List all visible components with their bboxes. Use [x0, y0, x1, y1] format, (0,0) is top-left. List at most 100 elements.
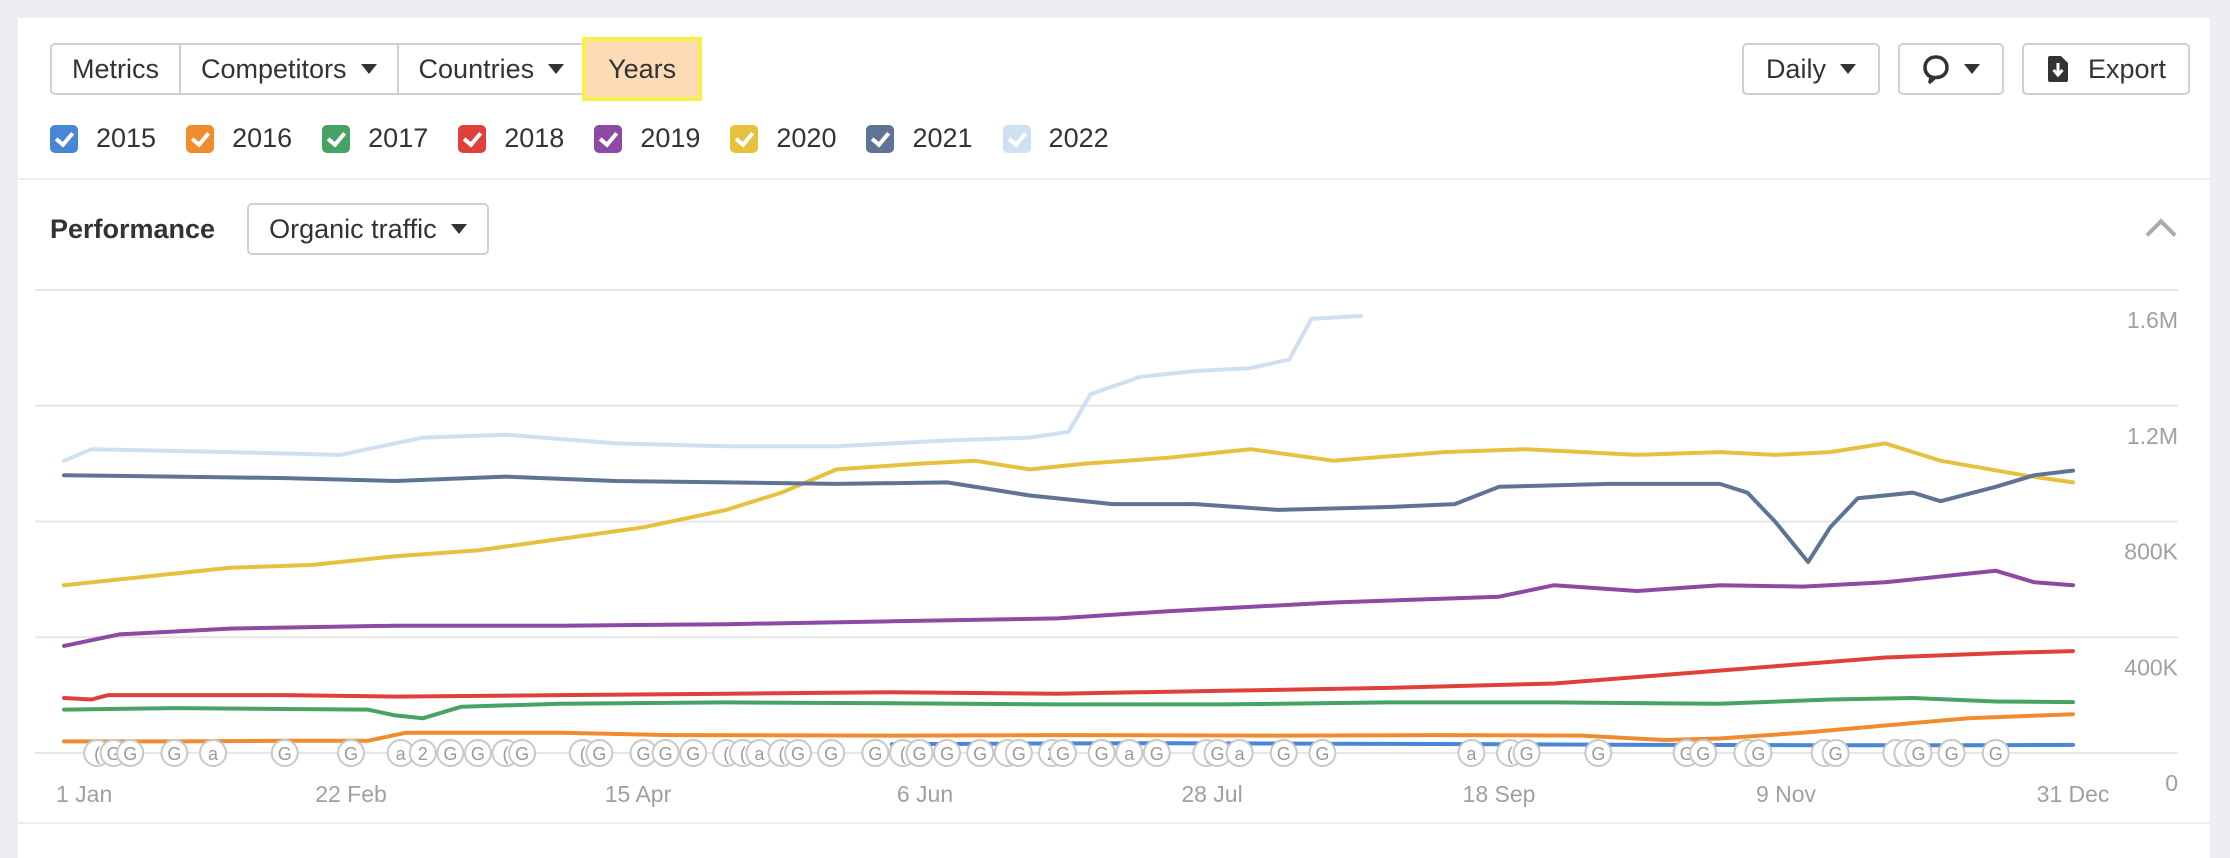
event-marker[interactable]: G [116, 739, 145, 767]
series-line-2016[interactable] [62, 712, 2075, 744]
grid-lines [35, 289, 2178, 754]
marker-label: a [208, 744, 219, 764]
event-marker[interactable]: G [1004, 739, 1033, 767]
marker-label: ( [580, 744, 586, 764]
section-divider [18, 822, 2210, 824]
marker-label: ( [94, 744, 100, 764]
event-marker[interactable]: G [966, 739, 995, 767]
marker-label: ( [1507, 744, 1513, 764]
report-card: Metrics Competitors Countries Years Daily E… [18, 18, 2210, 858]
marker-label: G [471, 744, 485, 764]
y-tick-label: 800K [2124, 539, 2178, 565]
event-marker[interactable]: G [337, 739, 365, 767]
series-line-2020[interactable] [62, 441, 2075, 588]
event-marker[interactable]: G [463, 739, 492, 767]
marker-label: G [167, 744, 181, 764]
marker-label: G [686, 744, 700, 764]
event-marker[interactable]: G [679, 739, 708, 767]
marker-label: G [1591, 744, 1605, 764]
marker-label: G [278, 744, 292, 764]
marker-label: G [1277, 744, 1291, 764]
event-marker[interactable]: G [905, 739, 934, 767]
marker-label: G [1945, 744, 1959, 764]
event-marker[interactable]: a [1115, 739, 1144, 767]
y-tick-label: 0 [2165, 770, 2178, 796]
marker-label: ( [779, 744, 785, 764]
event-marker[interactable]: a [199, 739, 228, 767]
event-marker[interactable]: G [1981, 739, 2010, 767]
event-marker[interactable]: G [933, 739, 962, 767]
marker-label: G [515, 744, 529, 764]
event-marker[interactable]: G [1142, 739, 1171, 767]
event-marker[interactable]: 2 [408, 739, 437, 767]
marker-label: G [592, 744, 606, 764]
event-marker[interactable]: G [784, 739, 813, 767]
marker-label: ( [900, 744, 906, 764]
event-marker[interactable]: G [651, 739, 680, 767]
event-marker[interactable]: G [1087, 739, 1116, 767]
marker-label: G [1829, 744, 1843, 764]
x-tick-label: 22 Feb [315, 781, 387, 807]
x-tick-label: 9 Nov [1756, 781, 1817, 807]
x-tick-label: 18 Sep [1463, 781, 1536, 807]
event-marker[interactable]: G [1048, 739, 1077, 767]
marker-label: G [973, 744, 987, 764]
performance-chart: 0 400K 800K 1.2M 1.6M 1 Jan 22 Feb 15 Apr 6 Jun… [35, 289, 2179, 807]
event-marker[interactable]: G [436, 739, 465, 767]
marker-label: G [344, 744, 358, 764]
y-tick-label: 1.2M [2127, 423, 2178, 449]
marker-label: G [659, 744, 673, 764]
marker-label: G [1150, 744, 1164, 764]
series-line-2021[interactable] [62, 468, 2075, 564]
event-marker[interactable]: G [1821, 739, 1850, 767]
marker-label: G [1095, 744, 1109, 764]
event-marker[interactable]: G [585, 739, 614, 767]
marker-label: a [1466, 744, 1477, 764]
event-marker[interactable]: G [1584, 739, 1613, 767]
series-line-2018[interactable] [62, 649, 2075, 702]
marker-label: G [824, 744, 838, 764]
event-marker[interactable]: G [1512, 739, 1541, 767]
marker-label: G [1315, 744, 1329, 764]
marker-label: G [940, 744, 954, 764]
event-marker[interactable]: a [1225, 739, 1254, 767]
marker-label: G [1989, 744, 2003, 764]
x-tick-label: 28 Jul [1181, 781, 1242, 807]
marker-label: G [123, 744, 137, 764]
marker-label: G [1012, 744, 1026, 764]
marker-label: G [1520, 744, 1534, 764]
x-tick-label: 6 Jun [897, 781, 953, 807]
tab-years[interactable]: Years [582, 37, 703, 101]
y-tick-label: 1.6M [2127, 307, 2178, 333]
x-tick-label: 31 Dec [2037, 781, 2110, 807]
series-line-2017[interactable] [62, 696, 2075, 721]
marker-label: G [1911, 744, 1925, 764]
event-marker[interactable]: G [817, 739, 846, 767]
tab-label: Years [608, 53, 677, 84]
marker-label: a [754, 744, 765, 764]
series-lines [62, 314, 2075, 748]
marker-label: G [637, 744, 651, 764]
marker-label: ( [503, 744, 509, 764]
event-marker[interactable]: G [508, 739, 537, 767]
marker-label: G [1211, 744, 1225, 764]
series-line-2019[interactable] [62, 568, 2075, 648]
event-marker[interactable]: a [1457, 739, 1486, 767]
marker-label: G [443, 744, 457, 764]
event-marker[interactable]: G [1689, 739, 1718, 767]
y-axis-labels: 0 400K 800K 1.2M 1.6M [2124, 307, 2178, 796]
event-marker[interactable]: G [160, 739, 189, 767]
event-marker[interactable]: G [1904, 739, 1933, 767]
event-marker[interactable]: G [270, 739, 299, 767]
marker-label: 2 [418, 744, 428, 764]
marker-label: a [1235, 744, 1246, 764]
event-marker[interactable]: G [1744, 739, 1773, 767]
event-marker[interactable]: G [1269, 739, 1298, 767]
event-marker[interactable]: G [1308, 739, 1337, 767]
x-axis-labels: 1 Jan 22 Feb 15 Apr 6 Jun 28 Jul 18 Sep 9 Nov 3… [56, 781, 2109, 807]
series-line-2022[interactable] [62, 314, 1363, 463]
y-tick-label: 400K [2124, 654, 2178, 680]
event-marker[interactable]: G [861, 739, 890, 767]
event-marker[interactable]: G [1937, 739, 1966, 767]
marker-label: a [1124, 744, 1135, 764]
